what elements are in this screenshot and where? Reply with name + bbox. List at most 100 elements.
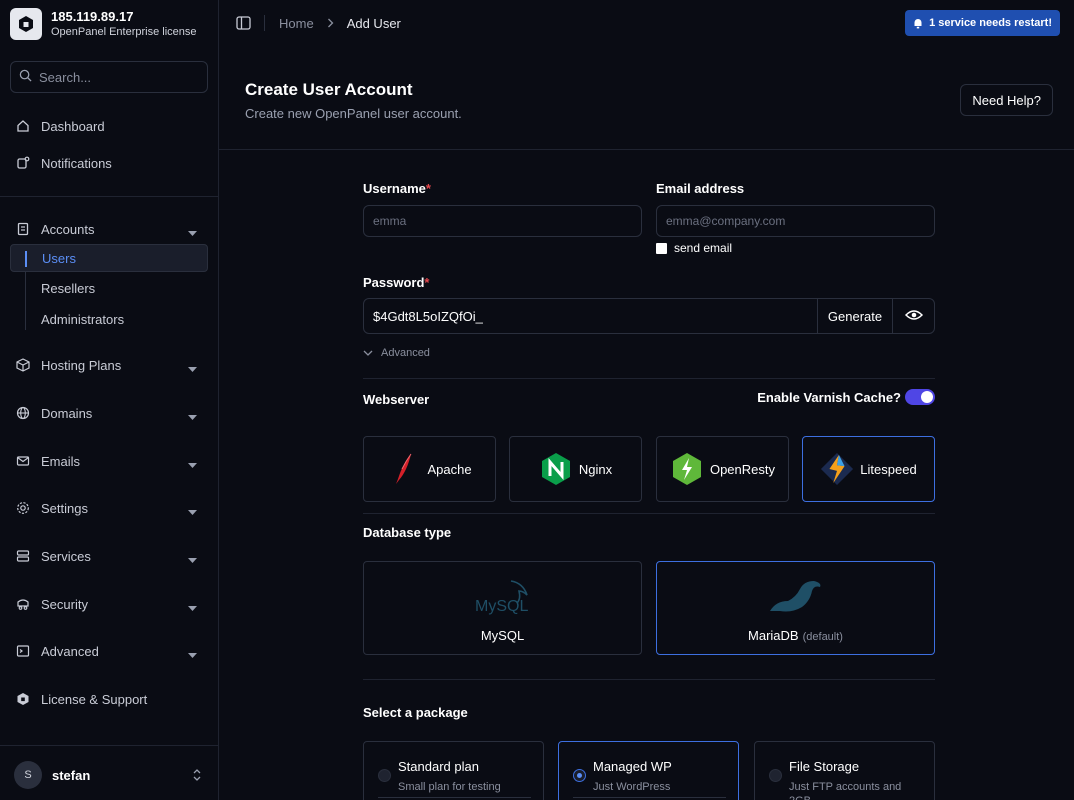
sidebar-item-hosting-plans[interactable]: Hosting Plans xyxy=(10,351,208,379)
database-mariadb[interactable]: MariaDB (default) xyxy=(656,561,935,655)
restart-notice-label: 1 service needs restart! xyxy=(929,17,1052,29)
package-divider xyxy=(573,797,726,798)
page-subtitle: Create new OpenPanel user account. xyxy=(245,106,462,121)
nginx-icon xyxy=(539,452,573,486)
password-group: Generate xyxy=(363,298,935,334)
breadcrumb-home[interactable]: Home xyxy=(279,16,314,31)
username-label: Username* xyxy=(363,181,431,196)
sidebar-divider xyxy=(0,745,219,746)
search-icon xyxy=(19,69,32,85)
bell-icon xyxy=(16,156,30,170)
checkbox[interactable] xyxy=(656,242,667,254)
chevron-down-icon xyxy=(363,350,373,356)
sidebar-item-domains[interactable]: Domains xyxy=(10,399,208,427)
webserver-nginx[interactable]: Nginx xyxy=(509,436,642,502)
sidebar-item-settings[interactable]: Settings xyxy=(10,494,208,522)
radio-button[interactable] xyxy=(573,769,586,782)
sidebar-item-label: Notifications xyxy=(41,155,112,171)
mysql-dolphin-icon: MySQL xyxy=(472,576,534,618)
package-file-storage[interactable]: File Storage Just FTP accounts and 2GB xyxy=(754,741,935,800)
sidebar-toggle-icon[interactable] xyxy=(236,15,252,31)
send-email-label: send email xyxy=(674,241,733,255)
webserver-openresty[interactable]: OpenResty xyxy=(656,436,789,502)
sidebar-item-advanced[interactable]: Advanced xyxy=(10,637,208,665)
user-menu[interactable]: S stefan xyxy=(10,755,208,795)
package-title: Managed WP xyxy=(593,759,672,774)
need-help-button[interactable]: Need Help? xyxy=(960,84,1053,116)
advanced-toggle[interactable]: Advanced xyxy=(363,347,430,359)
accounts-icon xyxy=(16,222,30,236)
openpanel-icon xyxy=(16,692,30,706)
apache-feather-icon xyxy=(387,452,421,486)
chevron-down-icon xyxy=(188,361,197,376)
litespeed-icon xyxy=(820,452,854,486)
package-standard-plan[interactable]: Standard plan Small plan for testing xyxy=(363,741,544,800)
generate-password-button[interactable]: Generate xyxy=(817,299,892,333)
chevron-down-icon xyxy=(188,504,197,519)
globe-icon xyxy=(16,406,30,420)
package-label: Select a package xyxy=(363,705,468,720)
sidebar-item-users[interactable]: Users xyxy=(10,244,208,272)
radio-button[interactable] xyxy=(378,769,391,782)
database-mysql[interactable]: MySQL MySQL xyxy=(363,561,642,655)
sidebar-item-dashboard[interactable]: Dashboard xyxy=(10,112,208,140)
search-input[interactable] xyxy=(39,69,199,85)
restart-notice-button[interactable]: 1 service needs restart! xyxy=(905,10,1060,36)
sidebar-item-label: Settings xyxy=(41,500,88,516)
sidebar-item-emails[interactable]: Emails xyxy=(10,447,208,475)
terminal-icon xyxy=(16,644,30,658)
sidebar-item-license[interactable]: License & Support xyxy=(10,685,208,713)
webserver-name: OpenResty xyxy=(709,461,776,477)
password-label: Password* xyxy=(363,275,430,290)
brand[interactable]: 185.119.89.17 OpenPanel Enterprise licen… xyxy=(0,0,218,48)
radio-button[interactable] xyxy=(769,769,782,782)
package-managed-wp[interactable]: Managed WP Just WordPress xyxy=(558,741,739,800)
database-label: Database type xyxy=(363,525,452,540)
license-label: OpenPanel Enterprise license xyxy=(51,26,197,38)
sidebar-item-administrators[interactable]: Administrators xyxy=(10,305,208,333)
email-label: Email address xyxy=(656,181,745,196)
section-divider xyxy=(363,378,935,379)
package-icon xyxy=(16,358,30,372)
user-name: stefan xyxy=(52,767,91,783)
chevron-right-icon xyxy=(327,16,334,31)
webserver-apache[interactable]: Apache xyxy=(363,436,496,502)
sidebar-item-services[interactable]: Services xyxy=(10,542,208,570)
webserver-litespeed[interactable]: Litespeed xyxy=(802,436,935,502)
security-icon xyxy=(16,597,30,611)
sidebar-item-label: Advanced xyxy=(41,643,99,659)
openpanel-logo-icon xyxy=(10,8,42,40)
topbar: Home Add User 1 service needs restart! xyxy=(219,0,1074,46)
sidebar-item-security[interactable]: Security xyxy=(10,590,208,618)
send-email-checkbox[interactable]: send email xyxy=(656,241,732,255)
home-icon xyxy=(16,119,30,133)
sidebar-item-accounts[interactable]: Accounts xyxy=(10,215,208,243)
bell-icon xyxy=(913,17,923,29)
varnish-toggle[interactable] xyxy=(905,389,935,405)
password-field[interactable] xyxy=(364,299,817,333)
package-divider xyxy=(378,797,531,798)
show-password-button[interactable] xyxy=(892,299,934,333)
openresty-icon xyxy=(670,452,704,486)
username-field[interactable] xyxy=(363,205,642,237)
package-desc: Small plan for testing xyxy=(398,781,501,793)
sidebar-item-label: Accounts xyxy=(41,221,95,237)
sidebar-item-label: Security xyxy=(41,596,88,612)
search-box[interactable] xyxy=(10,61,208,93)
server-ip: 185.119.89.17 xyxy=(51,9,134,24)
sidebar-divider xyxy=(0,196,219,197)
mail-icon xyxy=(16,454,30,468)
sidebar-item-label: Domains xyxy=(41,405,93,421)
webserver-label: Webserver xyxy=(363,392,430,407)
sidebar-item-label: License & Support xyxy=(41,691,148,707)
webserver-name: Nginx xyxy=(578,461,613,477)
page-title: Create User Account xyxy=(245,80,413,99)
webserver-name: Apache xyxy=(427,461,472,477)
sidebar: 185.119.89.17 OpenPanel Enterprise licen… xyxy=(0,0,219,800)
sidebar-item-notifications[interactable]: Notifications xyxy=(10,149,208,177)
package-title: File Storage xyxy=(789,759,860,774)
gear-icon xyxy=(16,501,30,515)
sidebar-item-label: Hosting Plans xyxy=(41,357,122,373)
sidebar-item-resellers[interactable]: Resellers xyxy=(10,274,208,302)
email-field[interactable] xyxy=(656,205,935,237)
